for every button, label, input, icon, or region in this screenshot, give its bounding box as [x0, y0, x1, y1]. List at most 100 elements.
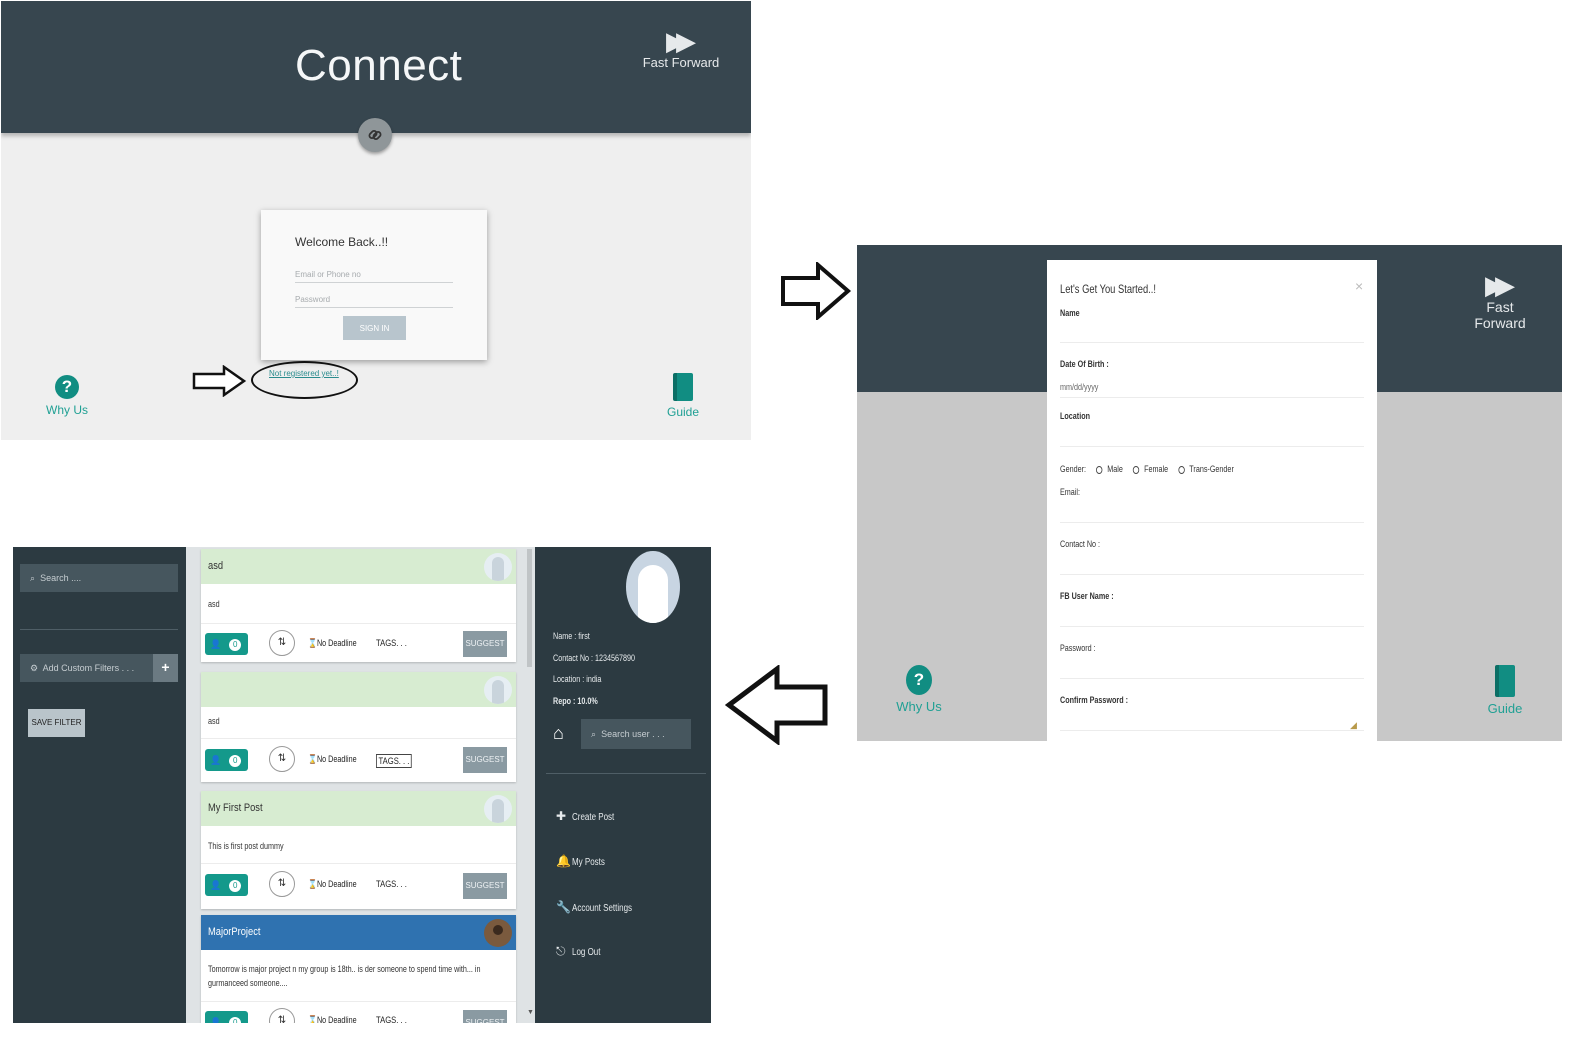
- avatar: [484, 553, 512, 581]
- divider: [201, 623, 516, 624]
- dob-field[interactable]: mm/dd/yyyy: [1060, 382, 1098, 392]
- fast-forward-icon: ▶▶: [1485, 270, 1515, 300]
- hourglass-icon: ⌛: [308, 638, 317, 648]
- upvote-button[interactable]: 👤 0: [205, 1011, 248, 1023]
- radio-female[interactable]: [1132, 465, 1140, 474]
- menu-create-post[interactable]: ✚ Create Post: [556, 809, 625, 823]
- feed-scrollbar[interactable]: [527, 549, 532, 667]
- radio-trans[interactable]: [1178, 465, 1185, 474]
- repost-icon[interactable]: ⇅: [269, 1008, 295, 1023]
- book-icon: [673, 373, 693, 401]
- menu-my-posts[interactable]: 🔔My Posts: [556, 854, 613, 868]
- suggest-button[interactable]: SUGGEST: [463, 873, 507, 899]
- sign-in-button[interactable]: SIGN IN: [343, 316, 406, 340]
- upvote-button[interactable]: 👤 0: [205, 874, 248, 896]
- hourglass-icon: ⌛: [308, 879, 317, 889]
- search-icon: ⌕: [591, 729, 597, 739]
- post-title: My First Post: [208, 802, 263, 814]
- profile-repo: Repo : 10.0%: [553, 696, 598, 706]
- user-search-input[interactable]: ⌕ Search user . . .: [581, 719, 691, 749]
- fast-forward-button[interactable]: ▶▶ Fast Forward: [1460, 271, 1540, 331]
- home-icon[interactable]: ⌂: [553, 723, 564, 744]
- post-body: This is first post dummy: [208, 841, 284, 851]
- confirm-password-field[interactable]: [1060, 730, 1364, 731]
- sidebar-divider: [546, 773, 706, 774]
- add-filter-button[interactable]: +: [153, 654, 178, 682]
- vote-count: 0: [229, 639, 242, 651]
- tags-label[interactable]: TAGS. . .: [376, 1015, 407, 1023]
- email-field[interactable]: [295, 267, 453, 283]
- guide-button[interactable]: Guide: [1485, 665, 1525, 716]
- menu-account-settings[interactable]: 🔧Account Settings: [556, 900, 647, 914]
- post-card: asd 👤 0 ⇅ ⌛No Deadline TAGS. . . SUGGEST: [201, 672, 516, 782]
- deadline-label: ⌛No Deadline: [308, 1015, 357, 1023]
- tags-input[interactable]: TAGS. . .: [376, 754, 412, 768]
- save-filter-button[interactable]: SAVE FILTER: [28, 709, 85, 737]
- location-field[interactable]: [1060, 446, 1364, 447]
- suggest-button[interactable]: SUGGEST: [463, 631, 507, 657]
- resize-icon: ◢: [1350, 720, 1357, 730]
- suggest-button[interactable]: SUGGEST: [463, 747, 507, 773]
- contact-field[interactable]: [1060, 574, 1364, 575]
- avatar: [484, 676, 512, 704]
- why-us-label: Why Us: [46, 403, 88, 417]
- login-screen: Connect ▶▶ Fast Forward Welcome Back..!!…: [1, 1, 751, 440]
- post-search-placeholder: Search ....: [40, 573, 82, 583]
- vote-count: 0: [229, 1017, 242, 1023]
- radio-female-label: Female: [1144, 464, 1169, 474]
- password-field[interactable]: [295, 292, 453, 308]
- user-icon: 👤: [210, 880, 222, 890]
- divider: [201, 738, 516, 739]
- post-title: asd: [208, 560, 224, 572]
- fb-label: FB User Name :: [1060, 591, 1114, 601]
- welcome-text: Welcome Back..!!: [295, 235, 389, 249]
- suggest-button[interactable]: SUGGEST: [463, 1010, 507, 1023]
- fast-forward-label: Fast Forward: [642, 55, 720, 70]
- repost-icon[interactable]: ⇅: [269, 871, 295, 897]
- divider: [201, 1001, 516, 1002]
- question-icon: ?: [906, 665, 932, 695]
- not-registered-link[interactable]: Not registered yet..!: [269, 369, 339, 378]
- upvote-button[interactable]: 👤 0: [205, 633, 248, 655]
- post-header: [201, 672, 516, 707]
- fast-forward-label: Fast Forward: [1474, 299, 1526, 331]
- menu-log-out[interactable]: ⎋ Log Out: [556, 944, 608, 959]
- tags-label[interactable]: TAGS. . .: [376, 638, 407, 648]
- why-us-button[interactable]: ? Why Us: [41, 375, 93, 417]
- login-card: Welcome Back..!! SIGN IN: [261, 210, 487, 360]
- post-title: MajorProject: [208, 926, 261, 938]
- vote-count: 0: [229, 880, 242, 892]
- name-field[interactable]: [1060, 342, 1364, 343]
- profile-location: Location : india: [553, 674, 602, 684]
- contact-label: Contact No :: [1060, 539, 1101, 549]
- upvote-button[interactable]: 👤 0: [205, 749, 248, 771]
- scroll-down-icon[interactable]: ▼: [527, 1009, 534, 1016]
- custom-filters-placeholder: Add Custom Filters . . .: [42, 663, 135, 673]
- fb-field[interactable]: [1060, 626, 1364, 627]
- guide-button[interactable]: Guide: [661, 373, 705, 419]
- tags-label[interactable]: TAGS. . .: [376, 879, 407, 889]
- link-badge: [358, 118, 392, 152]
- hourglass-icon: ⌛: [308, 754, 317, 764]
- post-body: Tomorrow is major project n my group is …: [208, 964, 481, 988]
- profile-avatar[interactable]: [626, 551, 680, 623]
- post-search-input[interactable]: ⌕ Search ....: [20, 564, 178, 592]
- fast-forward-button[interactable]: ▶▶ Fast Forward: [641, 27, 721, 70]
- flow-arrow-left: [725, 665, 828, 745]
- password-field[interactable]: [1060, 678, 1364, 679]
- vote-count: 0: [229, 755, 242, 767]
- user-icon: 👤: [210, 1017, 222, 1023]
- email-field[interactable]: [1060, 522, 1364, 523]
- guide-label: Guide: [1487, 701, 1523, 716]
- repost-icon[interactable]: ⇅: [269, 746, 295, 772]
- why-us-button[interactable]: ? Why Us: [895, 665, 943, 714]
- wrench-icon: 🔧: [556, 900, 571, 914]
- dob-underline: [1060, 397, 1364, 398]
- link-icon: [368, 130, 382, 140]
- radio-male[interactable]: [1096, 465, 1103, 474]
- profile-name: Name : first: [553, 631, 590, 641]
- hourglass-icon: ⌛: [308, 1015, 317, 1023]
- close-icon[interactable]: ×: [1355, 278, 1363, 294]
- dob-label: Date Of Birth :: [1060, 359, 1109, 369]
- repost-icon[interactable]: ⇅: [269, 630, 295, 656]
